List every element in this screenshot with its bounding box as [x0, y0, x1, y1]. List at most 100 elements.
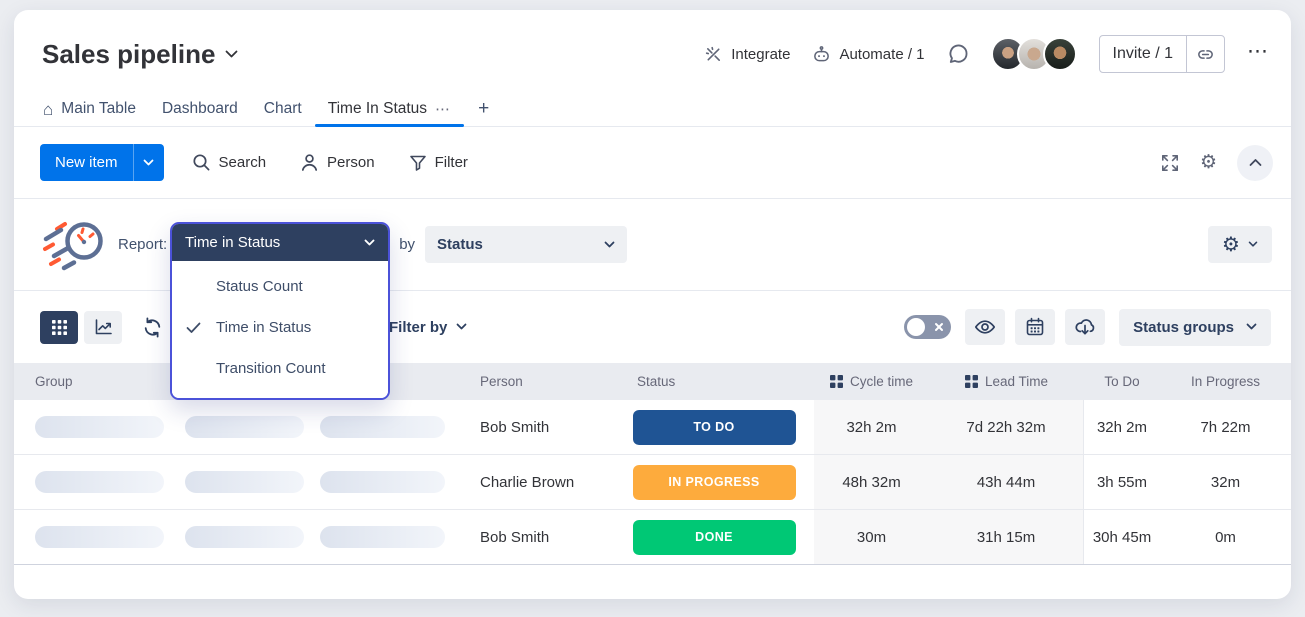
view-toolbar-right: Status groups	[904, 309, 1271, 346]
cycle-time-cell: 32h 2m	[814, 400, 929, 454]
chevron-down-icon	[1246, 323, 1257, 331]
automate-button[interactable]: Automate / 1	[812, 45, 924, 64]
column-header-person[interactable]: Person	[459, 363, 614, 400]
search-icon	[192, 153, 211, 172]
tab-label: Chart	[264, 100, 302, 118]
filter-by-label: Filter by	[389, 319, 447, 336]
option-status-count[interactable]: Status Count	[172, 266, 388, 307]
tab-chart[interactable]: Chart	[251, 92, 315, 126]
tab-overflow-icon[interactable]: ⋯	[435, 100, 451, 118]
new-item-button[interactable]: New item	[40, 144, 164, 181]
search-button[interactable]: Search	[192, 153, 267, 172]
integrate-label: Integrate	[731, 46, 790, 63]
chevron-down-icon	[604, 241, 615, 249]
export-button[interactable]	[1065, 309, 1105, 345]
widget-settings-button[interactable]: ⚙	[1208, 226, 1272, 263]
to-do-cell: 32h 2m	[1084, 400, 1160, 454]
visibility-button[interactable]	[965, 309, 1005, 345]
chat-bubble-icon[interactable]	[947, 43, 970, 66]
to-do-cell: 30h 45m	[1084, 510, 1160, 564]
tab-label: Main Table	[61, 100, 136, 118]
tab-time-in-status[interactable]: Time In Status ⋯	[315, 92, 464, 126]
column-header-label: Cycle time	[850, 374, 913, 389]
report-type-dropdown-button[interactable]: Time in Status	[172, 224, 388, 261]
more-options-icon[interactable]: ⋯	[1247, 41, 1269, 68]
settings-gear-icon[interactable]: ⚙	[1200, 153, 1217, 172]
option-time-in-status[interactable]: Time in Status	[172, 307, 388, 348]
new-item-label: New item	[40, 144, 133, 181]
copy-link-icon[interactable]	[1186, 36, 1224, 72]
column-header-group[interactable]: Group	[14, 363, 164, 400]
board-title-text: Sales pipeline	[42, 39, 215, 70]
id-cell	[164, 455, 304, 509]
status-groups-label: Status groups	[1133, 319, 1234, 336]
option-transition-count[interactable]: Transition Count	[172, 348, 388, 389]
status-cell: DONE	[614, 510, 814, 564]
board-header-actions: Integrate Automate / 1 Invite / 1	[704, 35, 1269, 73]
person-cell: Bob Smith	[459, 400, 614, 454]
group-cell	[14, 510, 164, 564]
board-toolbar: New item Search Person Filter	[14, 127, 1291, 198]
in-progress-cell: 7h 22m	[1160, 400, 1291, 454]
group-by-select[interactable]: Status	[425, 226, 627, 263]
person-cell: Charlie Brown	[459, 455, 614, 509]
automate-label: Automate / 1	[839, 46, 924, 63]
chart-view-button[interactable]	[84, 311, 122, 344]
tab-dashboard[interactable]: Dashboard	[149, 92, 251, 126]
board-title[interactable]: Sales pipeline	[42, 39, 238, 70]
column-header-lead-time[interactable]: Lead Time	[929, 363, 1084, 400]
invite-button[interactable]: Invite / 1	[1099, 35, 1225, 73]
column-header-to-do[interactable]: To Do	[1084, 363, 1160, 400]
collapse-header-button[interactable]	[1237, 145, 1273, 181]
tab-main-table[interactable]: ⌂ Main Table	[30, 92, 149, 126]
status-chip[interactable]: DONE	[633, 520, 796, 555]
column-header-cycle-time[interactable]: Cycle time	[814, 363, 929, 400]
add-view-button[interactable]: +	[464, 92, 503, 126]
table-row: Charlie Brown IN PROGRESS 48h 32m 43h 44…	[14, 455, 1291, 510]
tab-label: Dashboard	[162, 100, 238, 118]
filter-by-dropdown[interactable]: Filter by	[389, 319, 467, 336]
table-row: Bob Smith TO DO 32h 2m 7d 22h 32m 32h 2m…	[14, 400, 1291, 455]
column-header-status[interactable]: Status	[614, 363, 814, 400]
avatar	[1043, 37, 1077, 71]
new-item-caret[interactable]	[133, 144, 164, 181]
table-row: Bob Smith DONE 30m 31h 15m 30h 45m 0m	[14, 510, 1291, 565]
skeleton-pill	[35, 416, 164, 438]
status-cell: TO DO	[614, 400, 814, 454]
column-header-in-progress[interactable]: In Progress	[1160, 363, 1291, 400]
home-icon: ⌂	[43, 101, 53, 118]
table-view-button[interactable]	[40, 311, 78, 344]
cycle-time-cell: 30m	[814, 510, 929, 564]
tab-bar: ⌂ Main Table Dashboard Chart Time In Sta…	[14, 92, 1291, 127]
tab-label: Time In Status	[328, 100, 427, 118]
skeleton-pill	[35, 471, 164, 493]
cycle-time-cell: 48h 32m	[814, 455, 929, 509]
chevron-down-icon	[225, 50, 238, 59]
group-cell	[14, 400, 164, 454]
integrate-button[interactable]: Integrate	[704, 45, 790, 64]
funnel-icon	[409, 154, 427, 172]
lead-time-cell: 43h 44m	[929, 455, 1084, 509]
board-header: Sales pipeline Integrate Automate / 1	[14, 10, 1291, 92]
eye-icon	[974, 316, 996, 338]
to-do-cell: 3h 55m	[1084, 455, 1160, 509]
board-column-icon	[830, 375, 843, 388]
status-chip[interactable]: TO DO	[633, 410, 796, 445]
date-range-button[interactable]	[1015, 309, 1055, 345]
toolbar-right: ⚙	[1160, 145, 1273, 181]
chevron-down-icon	[364, 239, 375, 247]
toggle-knob	[907, 318, 925, 336]
status-chip[interactable]: IN PROGRESS	[633, 465, 796, 500]
skeleton-pill	[320, 471, 445, 493]
expand-icon[interactable]	[1160, 153, 1180, 173]
refresh-icon[interactable]	[142, 317, 163, 338]
time-in-status-logo	[42, 216, 108, 274]
exclude-toggle[interactable]	[904, 315, 951, 339]
id-cell	[164, 510, 304, 564]
robot-icon	[812, 45, 831, 64]
status-groups-dropdown[interactable]: Status groups	[1119, 309, 1271, 346]
avatar-group[interactable]	[992, 37, 1077, 71]
name-cell	[304, 400, 459, 454]
person-filter-button[interactable]: Person	[300, 153, 375, 172]
filter-button[interactable]: Filter	[409, 154, 468, 172]
